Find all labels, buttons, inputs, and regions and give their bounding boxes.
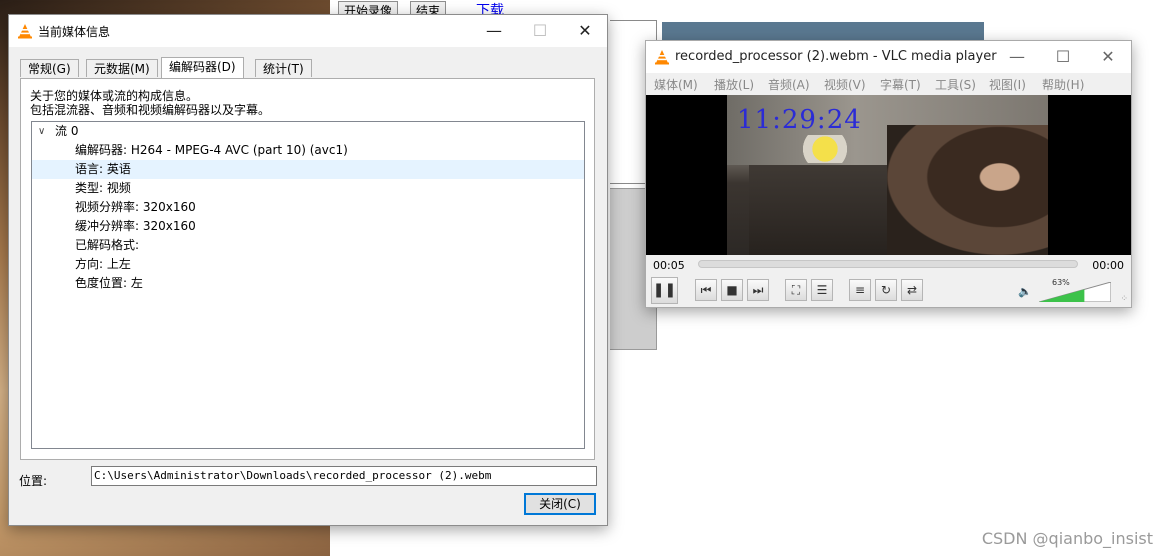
menu-video[interactable]: 视频(V): [824, 76, 866, 93]
chevron-down-icon[interactable]: ∨: [38, 122, 45, 141]
previous-icon[interactable]: ⏮: [695, 279, 717, 301]
tree-item[interactable]: 方向: 上左: [32, 255, 584, 274]
control-bar: ❚❚ ⏮ ■ ⏭ ⛶ ☰ ≡ ↻ ⇄ 🔈 63%: [646, 275, 1131, 307]
tree-item-selected[interactable]: 语言: 英语: [32, 160, 584, 179]
close-icon[interactable]: ✕: [1085, 41, 1131, 73]
minimize-icon[interactable]: —: [994, 41, 1040, 73]
tab-codec[interactable]: 编解码器(D): [161, 57, 244, 78]
tree-item[interactable]: 类型: 视频: [32, 179, 584, 198]
tree-root-row[interactable]: ∨ 流 0: [32, 122, 584, 141]
tree-item[interactable]: 色度位置: 左: [32, 274, 584, 293]
seek-slider[interactable]: [698, 260, 1078, 268]
media-info-dialog: 当前媒体信息 — ☐ ✕ 常规(G) 元数据(M) 编解码器(D) 统计(T) …: [8, 14, 608, 526]
video-scene: [797, 135, 853, 163]
pause-button[interactable]: ❚❚: [651, 277, 678, 304]
shuffle-icon[interactable]: ⇄: [901, 279, 923, 301]
tree-item-label: 语言: 英语: [75, 162, 131, 176]
codec-panel: 关于您的媒体或流的构成信息。 包括混流器、音频和视频编解码器以及字幕。 ∨ 流 …: [20, 78, 595, 460]
next-icon[interactable]: ⏭: [747, 279, 769, 301]
menu-view[interactable]: 视图(I): [989, 76, 1026, 93]
tree-item-label: 缓冲分辨率: 320x160: [75, 219, 196, 233]
extended-settings-icon[interactable]: ☰: [811, 279, 833, 301]
tree-item[interactable]: 已解码格式:: [32, 236, 584, 255]
menu-tools[interactable]: 工具(S): [935, 76, 976, 93]
vlc-cone-icon: [18, 24, 32, 39]
tree-item-label: 类型: 视频: [75, 181, 131, 195]
tree-item-label: 视频分辨率: 320x160: [75, 200, 196, 214]
watermark: CSDN @qianbo_insist: [981, 529, 1153, 548]
maximize-icon[interactable]: ☐: [517, 15, 563, 47]
resize-grip-icon[interactable]: ⁘: [1120, 294, 1128, 304]
tree-item-label: 编解码器: H264 - MPEG-4 AVC (part 10) (avc1): [75, 143, 348, 157]
tab-statistics[interactable]: 统计(T): [255, 59, 312, 77]
vlc-menubar: 媒体(M) 播放(L) 音频(A) 视频(V) 字幕(T) 工具(S) 视图(I…: [646, 73, 1131, 95]
playlist-icon[interactable]: ≡: [849, 279, 871, 301]
menu-playback[interactable]: 播放(L): [714, 76, 754, 93]
tree-root-label: 流 0: [55, 124, 79, 138]
menu-audio[interactable]: 音频(A): [768, 76, 810, 93]
tree-item-label: 已解码格式:: [75, 238, 140, 252]
video-area[interactable]: 11:29:24: [646, 95, 1131, 255]
fullscreen-icon[interactable]: ⛶: [785, 279, 807, 301]
video-scene: [749, 165, 889, 255]
tree-item[interactable]: 视频分辨率: 320x160: [32, 198, 584, 217]
loop-icon[interactable]: ↻: [875, 279, 897, 301]
close-button[interactable]: 关闭(C): [524, 493, 596, 515]
location-field[interactable]: C:\Users\Administrator\Downloads\recorde…: [91, 466, 597, 486]
description-line: 包括混流器、音频和视频编解码器以及字幕。: [30, 103, 271, 117]
vlc-cone-icon: [655, 50, 669, 65]
location-label: 位置:: [19, 474, 48, 488]
close-icon[interactable]: ✕: [562, 15, 608, 47]
dialog-title: 当前媒体信息: [38, 25, 111, 39]
minimize-icon[interactable]: —: [471, 15, 517, 47]
vlc-window-title: recorded_processor (2).webm - VLC media …: [675, 49, 997, 64]
tree-item[interactable]: 编解码器: H264 - MPEG-4 AVC (part 10) (avc1): [32, 141, 584, 160]
dialog-titlebar: 当前媒体信息 — ☐ ✕: [9, 15, 607, 47]
maximize-icon[interactable]: ☐: [1040, 41, 1086, 73]
stop-icon[interactable]: ■: [721, 279, 743, 301]
video-timestamp-overlay: 11:29:24: [737, 105, 862, 135]
seek-row: 00:05 00:00: [646, 255, 1131, 275]
speaker-icon[interactable]: 🔈: [1018, 285, 1032, 298]
volume-percent: 63%: [1052, 278, 1070, 287]
tree-item-label: 色度位置: 左: [75, 276, 143, 290]
menu-help[interactable]: 帮助(H): [1042, 76, 1084, 93]
tab-general[interactable]: 常规(G): [20, 59, 79, 77]
total-time: 00:00: [1092, 259, 1124, 272]
menu-subtitle[interactable]: 字幕(T): [880, 76, 921, 93]
tree-item[interactable]: 缓冲分辨率: 320x160: [32, 217, 584, 236]
video-frame: 11:29:24: [727, 95, 1048, 255]
elapsed-time: 00:05: [653, 259, 685, 272]
menu-media[interactable]: 媒体(M): [654, 76, 698, 93]
vlc-window: recorded_processor (2).webm - VLC media …: [645, 40, 1132, 308]
video-scene: [887, 125, 1048, 255]
tab-metadata[interactable]: 元数据(M): [86, 59, 158, 77]
volume-slider[interactable]: [1039, 282, 1111, 302]
tree-item-label: 方向: 上左: [75, 257, 131, 271]
vlc-titlebar: recorded_processor (2).webm - VLC media …: [646, 41, 1131, 73]
stream-tree[interactable]: ∨ 流 0 编解码器: H264 - MPEG-4 AVC (part 10) …: [31, 121, 585, 449]
